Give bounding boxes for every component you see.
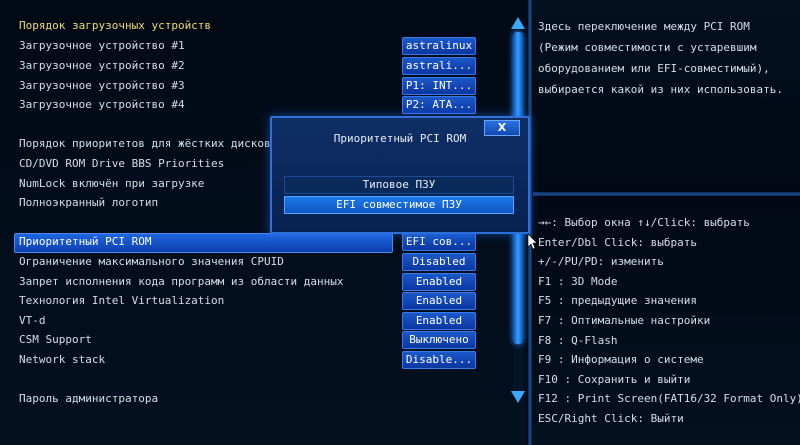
popup-option-efi-rom[interactable]: EFI совместимое ПЗУ [284, 196, 514, 214]
key-hint: Enter/Dbl Click: выбрать [538, 235, 697, 249]
key-hint: +/-/PU/PD: изменить [538, 255, 664, 269]
key-hint: →←: Выбор окна ↑↓/Click: выбрать [538, 216, 750, 229]
row-label: Запрет исполнения кода программ из облас… [19, 275, 344, 288]
row-label: Загрузочное устройство #3 [19, 79, 185, 92]
setting-row-csm[interactable]: CSM Support Выключено [14, 331, 476, 349]
boot-device-2-value[interactable]: astrali... [402, 57, 476, 75]
csm-value[interactable]: Выключено [402, 331, 476, 349]
row-label: Технология Intel Virtualization [19, 294, 225, 307]
help-description: Здесь переключение между PCI ROM (Режим … [538, 20, 784, 96]
row-label: Полноэкранный логотип [19, 196, 159, 209]
setting-row-cpuid-limit[interactable]: Ограничение максимального значения CPUID… [14, 253, 476, 271]
row-label: Ограничение максимального значения CPUID [19, 255, 284, 268]
cpuid-limit-value[interactable]: Disabled [402, 253, 476, 271]
row-label: NumLock включён при загрузке [19, 177, 205, 190]
mouse-pointer-icon [528, 234, 538, 250]
key-hint: F12 : Print Screen(FAT16/32 Format Only) [538, 392, 800, 406]
row-label: Загрузочное устройство #2 [19, 59, 185, 72]
key-hint: F10 : Сохранить и выйти [538, 372, 691, 386]
key-hint: F7 : Оптимальные настройки [538, 313, 711, 327]
key-hint: ESC/Right Click: Выйти [538, 411, 684, 425]
virtualization-value[interactable]: Enabled [402, 292, 476, 310]
row-label: Пароль администратора [19, 392, 159, 405]
row-label: Порядок приоритетов для жёстких дисков [19, 137, 271, 150]
setting-row-boot-4[interactable]: Загрузочное устройство #4 P2: ATA... [14, 96, 476, 114]
key-legend: →←: Выбор окна ↑↓/Click: выбрать Enter/D… [538, 213, 800, 429]
panel-divider-horizontal [533, 192, 800, 196]
row-label: Загрузочное устройство #4 [19, 98, 185, 111]
setting-row-boot-1[interactable]: Загрузочное устройство #1 astralinux [14, 37, 476, 55]
boot-device-3-value[interactable]: P1: INT... [402, 77, 476, 95]
row-label: Загрузочное устройство #1 [19, 39, 185, 52]
key-hint: F8 : Q-Flash [538, 333, 618, 347]
setting-row-nx-bit[interactable]: Запрет исполнения кода программ из облас… [14, 273, 476, 291]
scroll-down-icon[interactable] [510, 390, 526, 404]
boot-device-4-value[interactable]: P2: ATA... [402, 96, 476, 114]
setting-row-vtd[interactable]: VT-d Enabled [14, 312, 476, 330]
row-label: CD/DVD ROM Drive BBS Priorities [19, 157, 225, 170]
row-label: Network stack [19, 353, 106, 366]
vtd-value[interactable]: Enabled [402, 312, 476, 330]
setting-row-boot-3[interactable]: Загрузочное устройство #3 P1: INT... [14, 77, 476, 95]
pci-rom-popup: X Приоритетный PCI ROM Типовое ПЗУ EFI с… [270, 116, 530, 234]
network-stack-value[interactable]: Disable... [402, 351, 476, 369]
boot-device-1-value[interactable]: astralinux [402, 37, 476, 55]
setting-row-boot-2[interactable]: Загрузочное устройство #2 astrali... [14, 57, 476, 75]
setting-row-virtualization[interactable]: Технология Intel Virtualization Enabled [14, 292, 476, 310]
key-hint: F1 : 3D Mode [538, 274, 618, 288]
scroll-up-icon[interactable] [510, 16, 526, 30]
nx-bit-value[interactable]: Enabled [402, 273, 476, 291]
pci-rom-value[interactable]: EFI сов... [402, 233, 476, 251]
setting-row-network-stack[interactable]: Network stack Disable... [14, 351, 476, 369]
popup-title: Приоритетный PCI ROM [333, 132, 467, 145]
setting-row-pci-rom[interactable]: Приоритетный PCI ROM EFI сов... [14, 233, 476, 253]
row-label: CSM Support [19, 333, 92, 346]
row-label: Порядок загрузочных устройств [19, 19, 212, 32]
row-label: Приоритетный PCI ROM [19, 235, 152, 248]
setting-row-admin-password[interactable]: Пароль администратора [14, 390, 474, 408]
row-label: VT-d [19, 314, 46, 327]
key-hint: F5 : предыдущие значения [538, 294, 697, 308]
boot-order-heading: Порядок загрузочных устройств [14, 17, 474, 35]
popup-option-legacy-rom[interactable]: Типовое ПЗУ [284, 176, 514, 194]
key-hint: F9 : Информация о системе [538, 353, 704, 367]
